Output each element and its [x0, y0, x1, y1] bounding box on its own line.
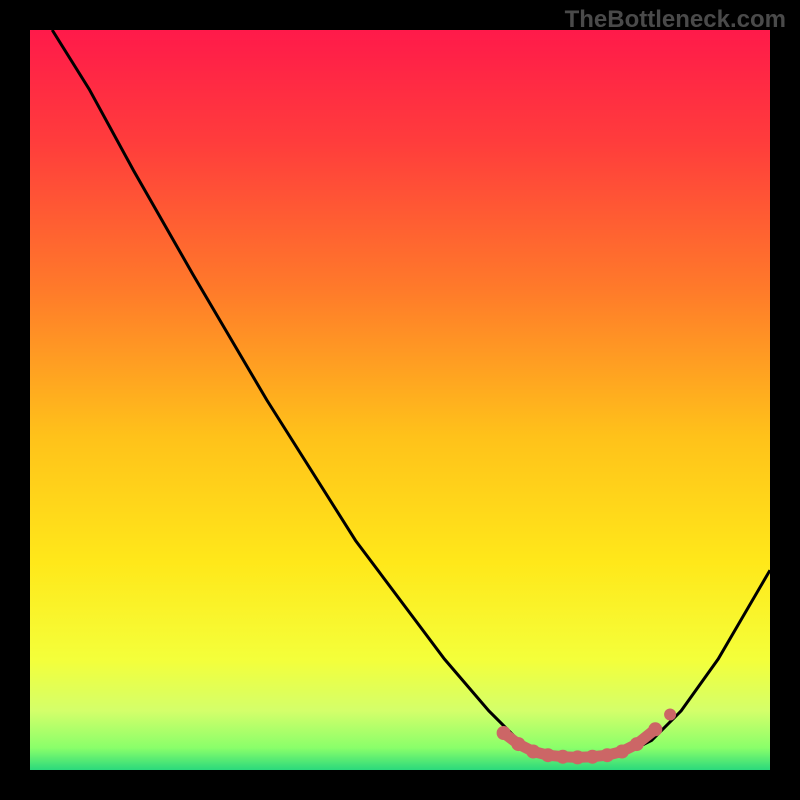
bottleneck-curve — [52, 30, 770, 759]
plot-area — [30, 30, 770, 770]
optimal-range-markers — [497, 709, 676, 765]
curve-layer — [30, 30, 770, 770]
chart-container: TheBottleneck.com — [0, 0, 800, 800]
watermark-text: TheBottleneck.com — [565, 6, 786, 34]
